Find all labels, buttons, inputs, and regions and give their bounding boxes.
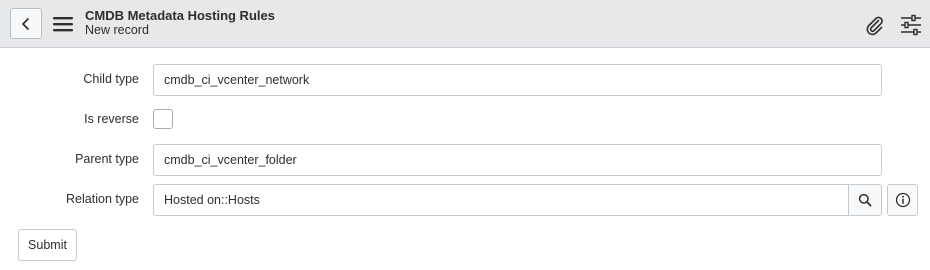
page-subtitle: New record <box>85 23 149 37</box>
lookup-search-button[interactable] <box>848 185 881 215</box>
back-button[interactable] <box>10 8 42 39</box>
parent-type-field[interactable] <box>153 144 882 176</box>
header-titles: CMDB Metadata Hosting Rules New record <box>85 8 275 38</box>
child-type-field[interactable] <box>153 64 882 96</box>
is-reverse-checkbox[interactable] <box>153 109 173 129</box>
parent-type-label: Parent type <box>75 152 139 166</box>
paperclip-icon[interactable] <box>862 13 886 37</box>
hamburger-menu-icon[interactable] <box>52 13 74 35</box>
relation-type-reference <box>153 184 882 216</box>
relation-type-field[interactable] <box>154 185 849 215</box>
search-icon <box>858 193 872 207</box>
info-icon <box>895 192 910 208</box>
submit-button[interactable]: Submit <box>18 229 77 261</box>
form-header: CMDB Metadata Hosting Rules New record <box>0 0 930 48</box>
reference-info-button[interactable] <box>887 184 918 216</box>
sliders-icon[interactable] <box>899 13 923 37</box>
chevron-left-icon <box>22 17 29 30</box>
relation-type-label: Relation type <box>66 192 139 206</box>
is-reverse-label: Is reverse <box>84 112 139 126</box>
page-title: CMDB Metadata Hosting Rules <box>85 8 275 23</box>
child-type-label: Child type <box>83 72 139 86</box>
